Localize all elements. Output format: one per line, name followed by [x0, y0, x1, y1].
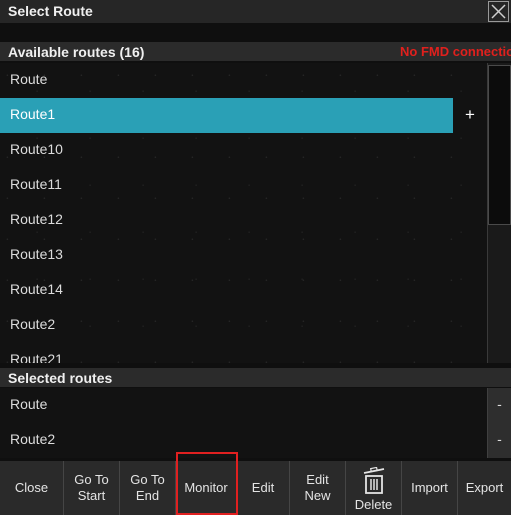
route-list-item-selected[interactable]: Route1 [0, 98, 453, 133]
dialog-titlebar: Select Route [0, 0, 511, 23]
edit-new-button[interactable]: Edit New [290, 461, 346, 515]
selected-route-name: Route2 [10, 431, 56, 447]
edit-label: Edit [251, 480, 275, 495]
delete-button[interactable]: Delete [346, 461, 402, 515]
available-routes-scrollbar[interactable] [487, 63, 511, 363]
monitor-button[interactable]: Monitor [176, 461, 237, 515]
route-name: Route12 [10, 211, 63, 227]
selected-routes-label: Selected routes [8, 370, 113, 386]
route-list-item[interactable]: Route [0, 63, 487, 98]
fmd-connection-warning: No FMD connection [400, 44, 511, 59]
route-name: Route14 [10, 281, 63, 297]
dialog-title: Select Route [8, 3, 93, 19]
edit-new-label: Edit New [304, 472, 331, 503]
route-list-item[interactable]: Route21 [0, 343, 487, 363]
route-name: Route13 [10, 246, 63, 262]
selected-route-item[interactable]: Route - [0, 388, 511, 423]
edit-button[interactable]: Edit [237, 461, 290, 515]
close-dialog-icon[interactable] [488, 1, 509, 22]
route-name: Route21 [10, 351, 63, 363]
route-list-item[interactable]: Route10 [0, 133, 487, 168]
route-list-item[interactable]: Route12 [0, 203, 487, 238]
route-name: Route2 [10, 316, 56, 332]
bottom-toolbar: Close Go To Start Go To End Monitor Edit… [0, 461, 511, 515]
close-button-label: Close [14, 480, 49, 495]
remove-route-button[interactable]: - [487, 388, 511, 423]
go-to-end-button[interactable]: Go To End [120, 461, 176, 515]
import-button[interactable]: Import [402, 461, 458, 515]
remove-route-button[interactable]: - [487, 423, 511, 458]
available-routes-label: Available routes (16) [8, 44, 145, 60]
route-name: Route [10, 71, 48, 87]
route-list-item[interactable]: Route11 [0, 168, 487, 203]
scrollbar-thumb[interactable] [488, 65, 511, 225]
export-label: Export [465, 480, 504, 495]
add-route-button[interactable]: + [460, 103, 480, 128]
go-to-end-label: Go To End [130, 472, 165, 503]
selected-route-item[interactable]: Route2 - [0, 423, 511, 458]
route-list-item[interactable]: Route13 [0, 238, 487, 273]
import-label: Import [411, 480, 448, 495]
go-to-start-label: Go To Start [74, 472, 109, 503]
export-button[interactable]: Export [458, 461, 511, 515]
available-routes-list[interactable]: Route Route1 Route10 Route11 Route12 Rou… [0, 63, 487, 363]
route-list-item[interactable]: Route2 [0, 308, 487, 343]
delete-label: Delete [354, 497, 393, 512]
go-to-start-button[interactable]: Go To Start [64, 461, 120, 515]
close-button[interactable]: Close [0, 461, 64, 515]
monitor-label: Monitor [184, 480, 228, 495]
available-routes-header: Available routes (16) No FMD connection [0, 42, 511, 61]
route-name: Route11 [10, 176, 62, 192]
route-list-item[interactable]: Route14 [0, 273, 487, 308]
selected-route-name: Route [10, 396, 48, 412]
trash-icon [363, 467, 384, 494]
route-name: Route1 [10, 106, 56, 122]
route-name: Route10 [10, 141, 63, 157]
selected-routes-list[interactable]: Route - Route2 - [0, 388, 511, 458]
selected-routes-header: Selected routes [0, 368, 511, 387]
